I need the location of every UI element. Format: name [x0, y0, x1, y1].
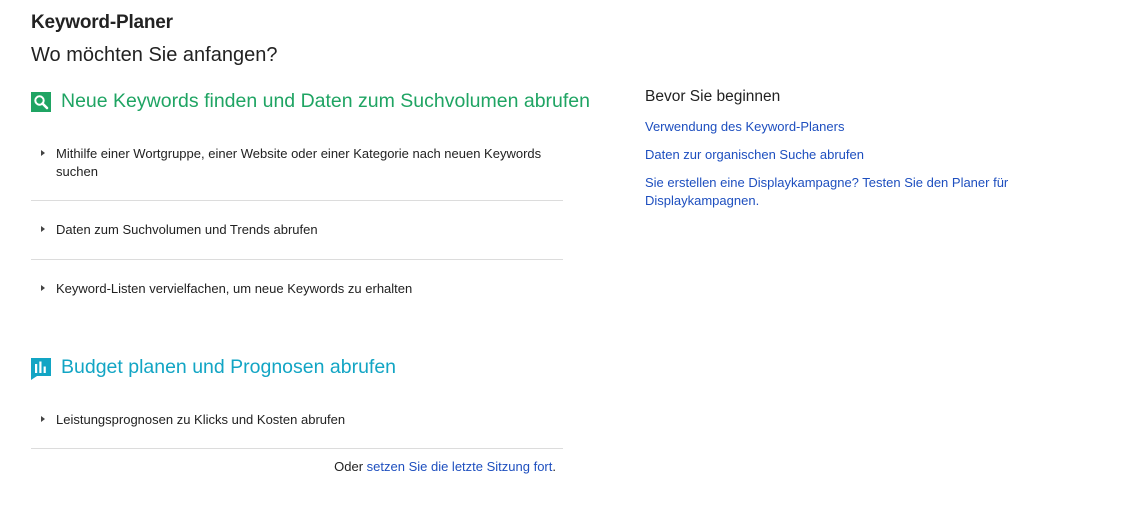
link-display-planner[interactable]: Sie erstellen eine Displaykampagne? Test…	[645, 174, 1025, 210]
page-title: Keyword-Planer	[31, 12, 173, 33]
option-search-new-keywords[interactable]: Mithilfe einer Wortgruppe, einer Website…	[31, 145, 563, 181]
option-label: Daten zum Suchvolumen und Trends abrufen	[56, 222, 318, 237]
find-keywords-heading: Neue Keywords finden und Daten zum Suchv…	[31, 90, 590, 113]
option-multiply-keyword-lists[interactable]: Keyword-Listen vervielfachen, um neue Ke…	[31, 280, 563, 298]
link-how-to-use-planner[interactable]: Verwendung des Keyword-Planers	[645, 118, 1045, 136]
expand-arrow-icon	[41, 285, 45, 291]
expand-arrow-icon	[41, 416, 45, 422]
option-label: Keyword-Listen vervielfachen, um neue Ke…	[56, 281, 413, 296]
divider	[31, 200, 563, 201]
divider	[31, 259, 563, 260]
budget-heading: Budget planen und Prognosen abrufen	[31, 356, 397, 380]
option-label: Mithilfe einer Wortgruppe, einer Website…	[56, 146, 542, 179]
resume-session-link[interactable]: setzen Sie die letzte Sitzung fort	[367, 459, 553, 474]
find-keywords-heading-text: Neue Keywords finden und Daten zum Suchv…	[61, 90, 590, 112]
option-performance-forecasts[interactable]: Leistungsprognosen zu Klicks und Kosten …	[31, 411, 563, 429]
magnifier-icon	[31, 91, 51, 112]
divider	[31, 448, 563, 449]
resume-session-line: Oder setzen Sie die letzte Sitzung fort.	[31, 459, 556, 474]
budget-heading-text: Budget planen und Prognosen abrufen	[61, 356, 397, 378]
before-you-start-title: Bevor Sie beginnen	[645, 88, 781, 105]
expand-arrow-icon	[41, 226, 45, 232]
option-label: Leistungsprognosen zu Klicks und Kosten …	[56, 412, 346, 427]
link-organic-search-data[interactable]: Daten zur organischen Suche abrufen	[645, 146, 1045, 164]
bar-chart-icon	[31, 357, 51, 380]
option-search-volume-trends[interactable]: Daten zum Suchvolumen und Trends abrufen	[31, 221, 563, 239]
footer-suffix: .	[552, 459, 556, 474]
footer-prefix: Oder	[334, 459, 367, 474]
page-subtitle: Wo möchten Sie anfangen?	[31, 44, 278, 66]
